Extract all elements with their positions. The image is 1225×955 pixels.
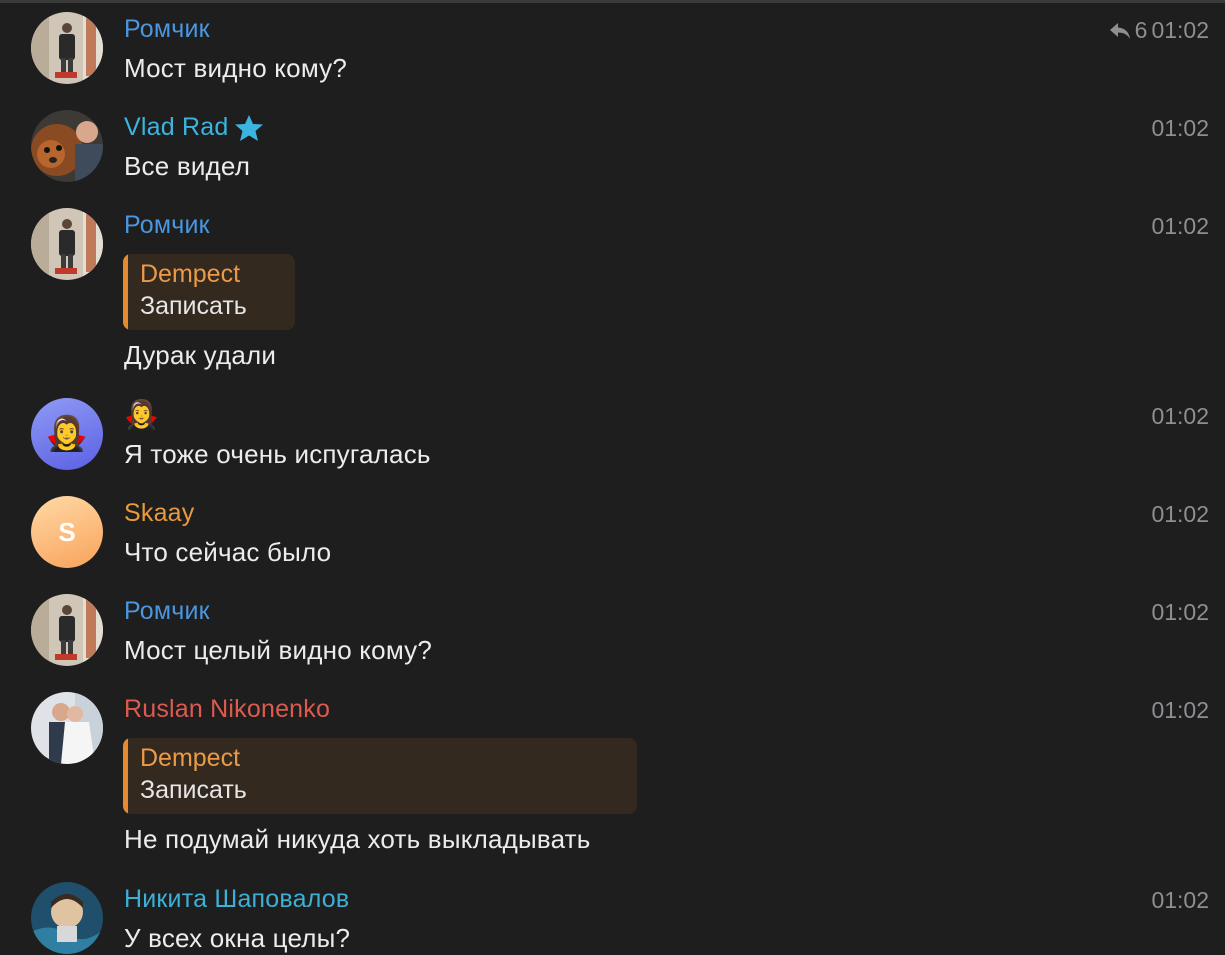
quote-text: Записать <box>140 292 247 320</box>
avatar-nikita-shapovalov[interactable] <box>31 882 103 954</box>
message-row[interactable]: 🧛‍♀️ 🧛‍♀️ 01:02 Я тоже очень испугалась <box>0 398 1225 488</box>
person-photo-icon <box>31 594 103 666</box>
message-meta: 01:02 <box>1151 501 1209 528</box>
message-meta: 01:02 <box>1151 887 1209 914</box>
quote-author: Dempect <box>140 744 241 772</box>
quote-accent-bar <box>123 738 128 814</box>
message-row[interactable]: Никита Шаповалов 01:02 У всех окна целы? <box>0 882 1225 955</box>
chat-message-list[interactable]: Ромчик 6 01:02 Мост видно кому? Vlad Rad… <box>0 0 1225 955</box>
message-text: Что сейчас было <box>124 537 332 567</box>
message-text: Все видел <box>124 151 251 181</box>
avatar-vlad-rad[interactable] <box>31 110 103 182</box>
message-row[interactable]: Vlad Rad 01:02 Все видел <box>0 110 1225 200</box>
message-text: Мост видно кому? <box>124 53 348 83</box>
message-meta: 6 01:02 <box>1109 17 1209 44</box>
message-text: Мост целый видно кому? <box>124 635 433 665</box>
sender-name-text: Никита Шаповалов <box>124 885 350 913</box>
message-time: 01:02 <box>1151 697 1209 723</box>
sender-name[interactable]: Ромчик <box>124 15 210 44</box>
message-text: Я тоже очень испугалась <box>124 439 431 469</box>
sender-name[interactable]: Никита Шаповалов <box>124 885 349 914</box>
reply-quote[interactable]: Dempect Записать <box>123 254 295 330</box>
sender-name-text: Ромчик <box>124 15 210 43</box>
message-time: 01:02 <box>1151 599 1209 625</box>
sender-name-text: Ruslan Nikonenko <box>124 695 331 723</box>
reply-arrow-icon[interactable] <box>1109 22 1131 40</box>
person-photo-icon <box>31 882 103 954</box>
message-time: 01:02 <box>1151 17 1209 43</box>
avatar-emoji-user[interactable]: 🧛‍♀️ <box>31 398 103 470</box>
reply-count[interactable]: 6 <box>1135 17 1148 44</box>
message-row[interactable]: Ромчик 01:02 Dempect Записать Дурак удал… <box>0 208 1225 388</box>
sender-name[interactable]: Vlad Rad <box>124 113 264 142</box>
avatar-skaay[interactable]: S <box>31 496 103 568</box>
message-text: Не подумай никуда хоть выкладывать <box>124 824 591 854</box>
sender-name-text: Skaay <box>124 499 195 527</box>
star-icon <box>235 114 264 141</box>
sender-name-text: 🧛‍♀️ <box>124 399 160 430</box>
avatar-romchik[interactable] <box>31 594 103 666</box>
message-meta: 01:02 <box>1151 599 1209 626</box>
message-text: У всех окна целы? <box>124 923 351 953</box>
person-photo-icon <box>31 692 103 764</box>
avatar-romchik[interactable] <box>31 208 103 280</box>
avatar-ruslan-nikonenko[interactable] <box>31 692 103 764</box>
message-time: 01:02 <box>1151 115 1209 141</box>
person-photo-icon <box>31 208 103 280</box>
sender-name-text: Vlad Rad <box>124 113 229 141</box>
person-photo-icon <box>31 110 103 182</box>
sender-name[interactable]: Skaay <box>124 499 194 528</box>
message-time: 01:02 <box>1151 887 1209 913</box>
vampire-emoji-icon: 🧛‍♀️ <box>45 415 89 453</box>
message-row[interactable]: Ромчик 6 01:02 Мост видно кому? <box>0 12 1225 102</box>
message-row[interactable]: S Skaay 01:02 Что сейчас было <box>0 496 1225 586</box>
message-meta: 01:02 <box>1151 403 1209 430</box>
message-row[interactable]: Ромчик 01:02 Мост целый видно кому? <box>0 594 1225 684</box>
message-row[interactable]: Ruslan Nikonenko 01:02 Dempect Записать … <box>0 692 1225 872</box>
message-time: 01:02 <box>1151 213 1209 239</box>
sender-name-text: Ромчик <box>124 597 210 625</box>
quote-text: Записать <box>140 776 247 804</box>
sender-name[interactable]: Ромчик <box>124 211 210 240</box>
message-time: 01:02 <box>1151 403 1209 429</box>
message-meta: 01:02 <box>1151 697 1209 724</box>
reply-quote[interactable]: Dempect Записать <box>123 738 637 814</box>
quote-author: Dempect <box>140 260 241 288</box>
sender-name[interactable]: Ruslan Nikonenko <box>124 695 330 724</box>
sender-name[interactable]: 🧛‍♀️ <box>124 401 159 429</box>
message-meta: 01:02 <box>1151 213 1209 240</box>
message-text: Дурак удали <box>124 340 277 370</box>
person-photo-icon <box>31 12 103 84</box>
sender-name-text: Ромчик <box>124 211 210 239</box>
message-time: 01:02 <box>1151 501 1209 527</box>
avatar-romchik[interactable] <box>31 12 103 84</box>
avatar-letter: S <box>58 516 76 547</box>
message-meta: 01:02 <box>1151 115 1209 142</box>
quote-accent-bar <box>123 254 128 330</box>
sender-name[interactable]: Ромчик <box>124 597 210 626</box>
